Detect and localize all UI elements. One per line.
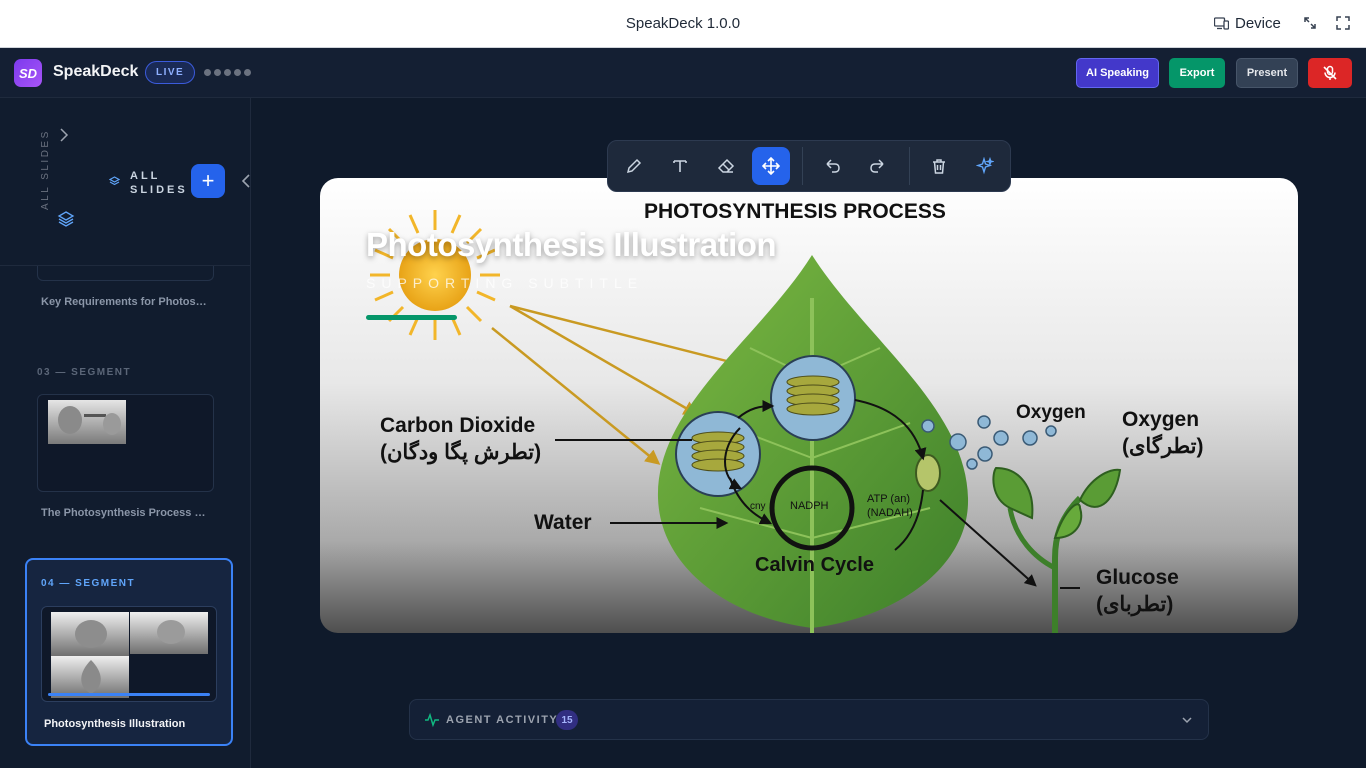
undo-button[interactable] [813, 147, 851, 185]
app-logo: SD [14, 59, 42, 87]
status-dots [204, 69, 251, 76]
present-button[interactable]: Present [1236, 58, 1298, 88]
ai-speaking-button[interactable]: AI Speaking [1076, 58, 1159, 88]
ai-assist-button[interactable] [966, 147, 1004, 185]
label-small: cny [750, 501, 766, 512]
segment-label-4: 04 — SEGMENT [41, 578, 136, 589]
label-atp: ATP (an) [867, 493, 910, 505]
label-glucose-fa: (تطربای) [1096, 593, 1174, 616]
agent-activity-label: AGENT ACTIVITY [446, 714, 559, 726]
stack-icon [109, 176, 120, 186]
activity-icon [425, 712, 439, 728]
toolbar-divider [909, 147, 910, 185]
title-accent-bar [366, 315, 457, 320]
chevron-down-icon[interactable] [1181, 714, 1193, 726]
label-carbon-dioxide-fa: (تطرش پگا ودگان) [380, 441, 542, 464]
slide-title[interactable]: Photosynthesis Illustration [366, 226, 777, 264]
mic-off-icon [1323, 65, 1337, 80]
app-header: SD SpeakDeck LIVE AI Speaking Export Pre… [0, 48, 1366, 98]
slide-title-2[interactable]: Key Requirements for Photosynthesis [41, 296, 211, 308]
agent-activity-panel[interactable]: AGENT ACTIVITY 15 [409, 699, 1209, 740]
image-heading: PHOTOSYNTHESIS PROCESS [644, 200, 946, 223]
slide-progress-bar [48, 693, 210, 696]
label-oxygen-1: Oxygen [1016, 402, 1086, 423]
pencil-tool-button[interactable] [615, 147, 653, 185]
slide-thumbnail-4[interactable] [41, 606, 217, 702]
text-tool-button[interactable] [661, 147, 699, 185]
segment-label-3: 03 — SEGMENT [37, 367, 132, 378]
fullscreen-icon[interactable] [1336, 16, 1350, 30]
sidebar-title: ALL SLIDES [130, 170, 188, 196]
restore-icon[interactable] [1303, 16, 1317, 30]
label-nadah: (NADAH) [867, 507, 913, 519]
delete-button[interactable] [920, 147, 958, 185]
slide-thumbnail-2[interactable] [37, 266, 214, 281]
device-icon [1214, 17, 1229, 30]
thumbnail-image [48, 400, 126, 444]
live-badge: LIVE [145, 61, 196, 84]
chevron-right-icon[interactable] [58, 128, 70, 142]
label-nadph: NADPH [790, 500, 829, 512]
device-label: Device [1235, 15, 1281, 32]
slides-sidebar: ALL SLIDES ALL SLIDES + Key Requirements… [0, 98, 251, 768]
label-glucose: Glucose [1096, 566, 1179, 589]
text-icon [673, 160, 687, 172]
redo-icon [870, 159, 884, 173]
vertical-all-slides-label: ALL SLIDES [40, 129, 51, 210]
sparkle-icon [976, 157, 994, 175]
device-button[interactable]: Device [1214, 15, 1281, 32]
slide-title-3[interactable]: The Photosynthesis Process Explained [41, 507, 208, 519]
slide-canvas[interactable]: PHOTOSYNTHESIS PROCESS Carbon Dioxide (ت… [320, 178, 1298, 633]
sidebar-header: ALL SLIDES ALL SLIDES + [0, 98, 251, 266]
agent-activity-count-badge: 15 [556, 710, 578, 730]
undo-icon [826, 159, 840, 173]
label-water: Water [534, 511, 592, 534]
slide-thumbnail-3[interactable] [37, 394, 214, 492]
layers-icon [57, 211, 75, 227]
app-name: SpeakDeck [53, 63, 139, 80]
pencil-icon [626, 158, 642, 174]
thumbnail-image [51, 612, 208, 698]
eraser-tool-button[interactable] [707, 147, 745, 185]
label-oxygen-fa: (تطرگای) [1122, 435, 1204, 458]
window-title-bar: SpeakDeck 1.0.0 Device [0, 0, 1366, 48]
drawing-toolbar [607, 140, 1011, 192]
trash-icon [933, 159, 945, 174]
move-tool-button[interactable] [752, 147, 790, 185]
label-oxygen-2: Oxygen [1122, 408, 1200, 431]
add-slide-button[interactable]: + [191, 164, 225, 198]
eraser-icon [717, 158, 735, 173]
slide-title-4[interactable]: Photosynthesis Illustration [44, 718, 219, 730]
export-button[interactable]: Export [1169, 58, 1225, 88]
collapse-sidebar-icon[interactable] [240, 173, 251, 189]
slide-subtitle[interactable]: SUPPORTING SUBTITLE [366, 275, 643, 291]
move-icon [762, 157, 780, 175]
redo-button[interactable] [859, 147, 897, 185]
mute-mic-button[interactable] [1308, 58, 1352, 88]
toolbar-divider [802, 147, 803, 185]
label-calvin-cycle: Calvin Cycle [755, 554, 874, 576]
window-title: SpeakDeck 1.0.0 [625, 15, 741, 32]
slide-item-active[interactable]: 04 — SEGMENT Photosynthesis Illustration [25, 558, 233, 746]
label-carbon-dioxide: Carbon Dioxide [380, 414, 536, 437]
